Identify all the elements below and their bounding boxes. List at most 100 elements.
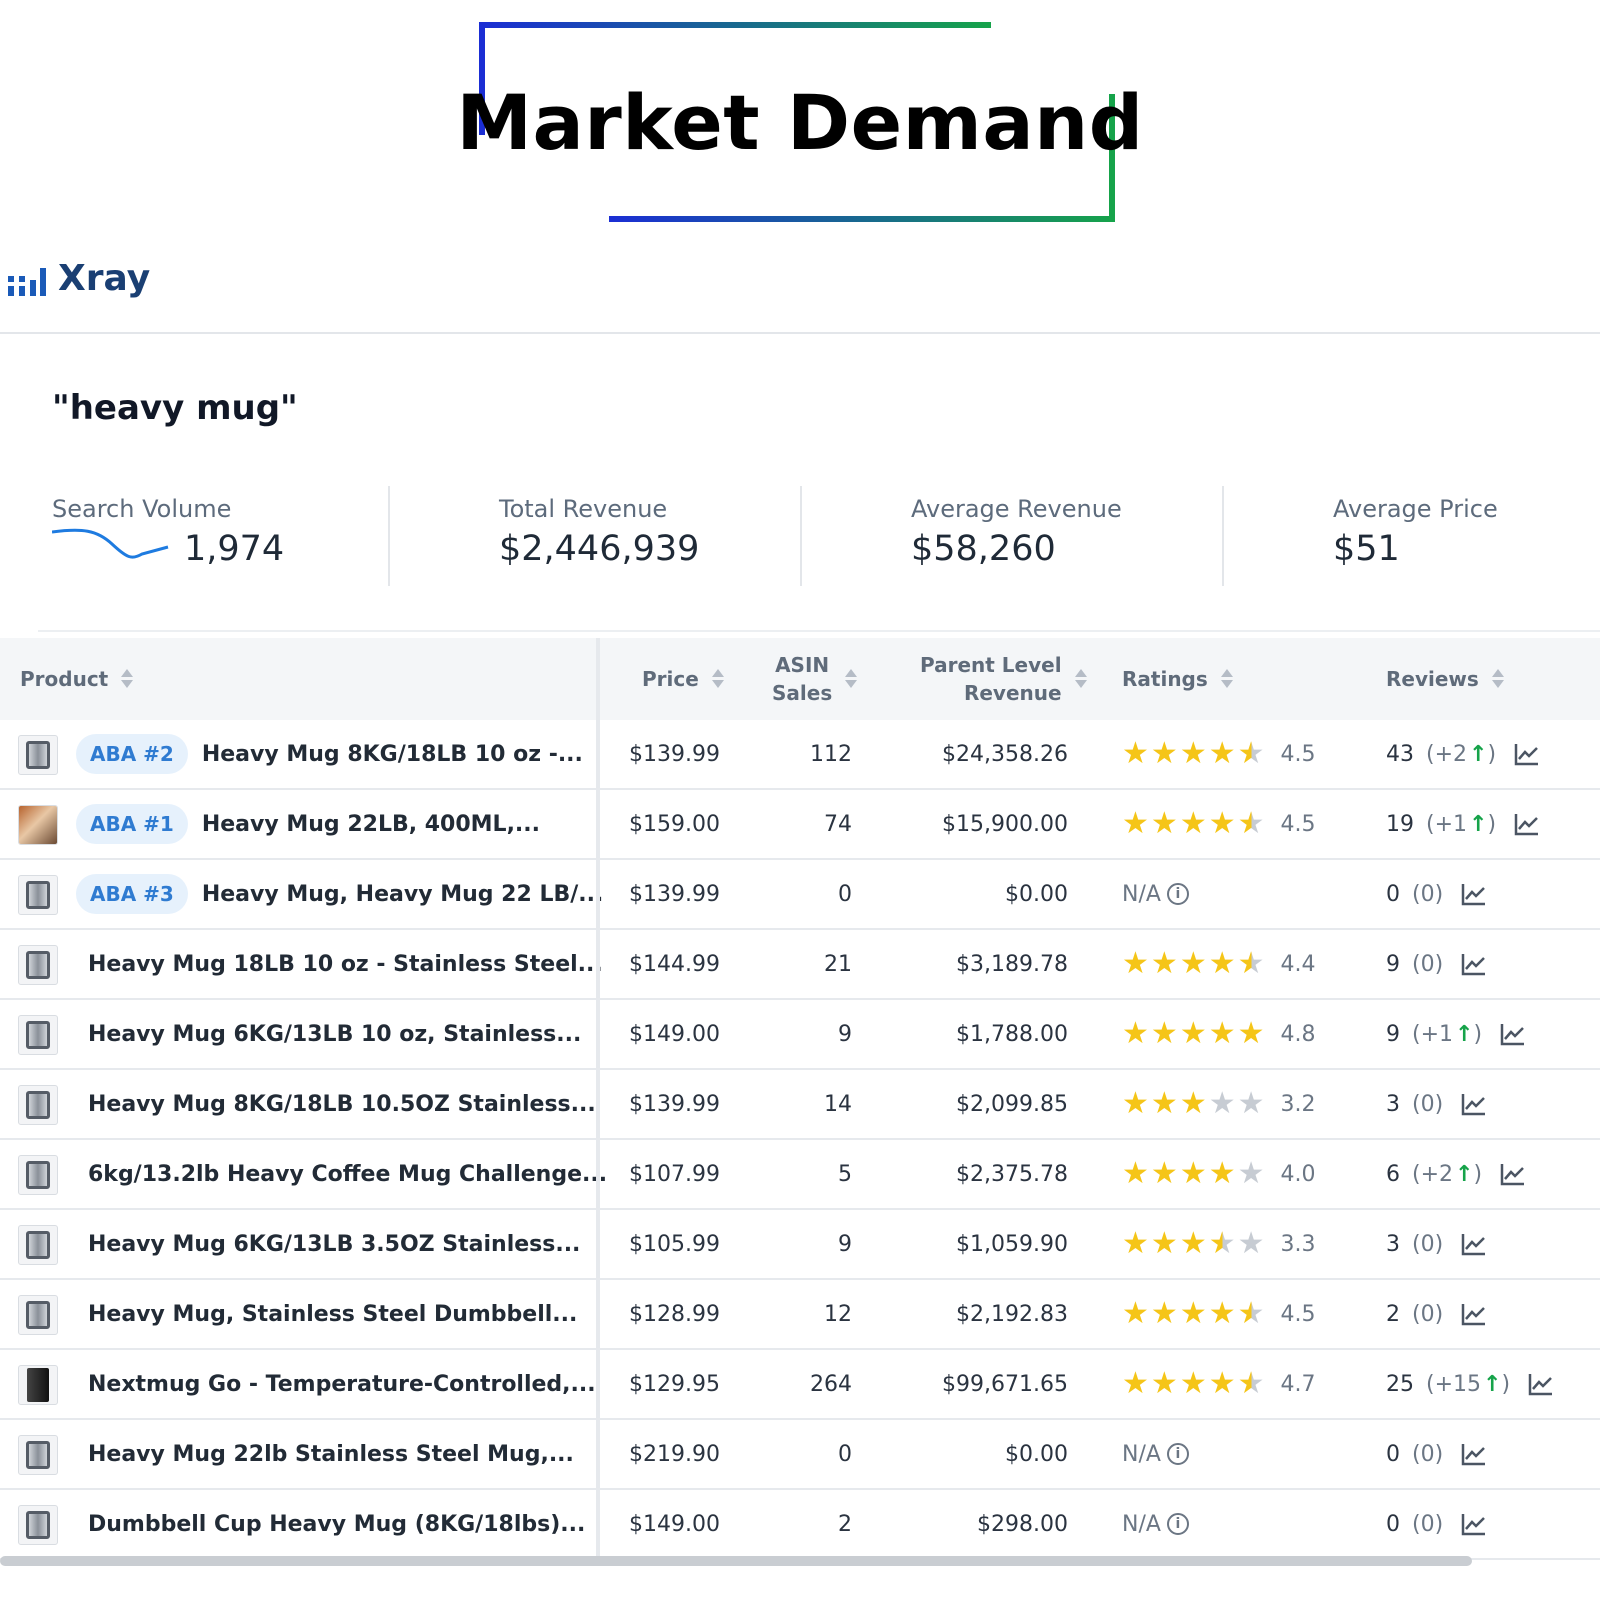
sort-icon[interactable] — [120, 668, 134, 690]
product-cell: Heavy Mug 6KG/13LB 10 oz, Stainless... — [88, 1000, 581, 1068]
delta-close: ) — [1473, 1021, 1483, 1047]
trend-chart-icon[interactable] — [1461, 1232, 1487, 1256]
revenue-cell: $1,059.90 — [956, 1231, 1068, 1257]
product-thumbnail[interactable] — [18, 1015, 58, 1055]
trend-chart-icon[interactable] — [1461, 1302, 1487, 1326]
star-icon: ★ — [1237, 806, 1265, 841]
product-title[interactable]: Heavy Mug, Stainless Steel Dumbbell... — [88, 1302, 577, 1327]
table-row[interactable]: Heavy Mug 6KG/13LB 3.5OZ Stainless... $10… — [0, 1210, 1600, 1280]
reviews-cell: 0 (0) — [1386, 1490, 1487, 1558]
column-header-price[interactable]: Price — [642, 638, 725, 720]
revenue-cell: $2,192.83 — [956, 1301, 1068, 1327]
star-icon: ★ — [1179, 806, 1207, 841]
horizontal-scrollbar[interactable] — [0, 1556, 1472, 1566]
table-row[interactable]: Dumbbell Cup Heavy Mug (8KG/18lbs)... $14… — [0, 1490, 1600, 1560]
trend-chart-icon[interactable] — [1461, 1442, 1487, 1466]
rating-value: 4.5 — [1280, 741, 1316, 767]
product-thumbnail[interactable] — [18, 735, 58, 775]
product-title[interactable]: Dumbbell Cup Heavy Mug (8KG/18lbs)... — [88, 1512, 585, 1537]
table-top-border — [38, 630, 1600, 632]
table-row[interactable]: ABA #3 Heavy Mug, Heavy Mug 22 LB/... $139… — [0, 860, 1600, 930]
product-thumbnail[interactable] — [18, 1295, 58, 1335]
product-thumbnail[interactable] — [18, 875, 58, 915]
header-label: ASIN Sales — [772, 651, 832, 707]
trend-chart-icon[interactable] — [1461, 1092, 1487, 1116]
price-cell: $105.99 — [629, 1231, 720, 1257]
product-thumbnail[interactable] — [18, 1085, 58, 1125]
product-title[interactable]: Heavy Mug 18LB 10 oz - Stainless Steel..… — [88, 952, 603, 977]
table-row[interactable]: Heavy Mug 22lb Stainless Steel Mug,... $2… — [0, 1420, 1600, 1490]
product-thumbnail[interactable] — [18, 1505, 58, 1545]
price-cell: $149.00 — [629, 1021, 720, 1047]
reviews-cell: 43 (+2 ↑) — [1386, 720, 1540, 788]
table-row[interactable]: Heavy Mug 18LB 10 oz - Stainless Steel..… — [0, 930, 1600, 1000]
trend-chart-icon[interactable] — [1461, 1512, 1487, 1536]
sort-icon[interactable] — [1220, 668, 1234, 690]
trend-chart-icon[interactable] — [1528, 1372, 1554, 1396]
product-thumbnail[interactable] — [18, 1365, 58, 1405]
reviews-cell: 0 (0) — [1386, 860, 1487, 928]
table-row[interactable]: Heavy Mug 8KG/18LB 10.5OZ Stainless... $1… — [0, 1070, 1600, 1140]
table-row[interactable]: 6kg/13.2lb Heavy Coffee Mug Challenge...… — [0, 1140, 1600, 1210]
price-cell: $139.99 — [629, 881, 720, 907]
product-title[interactable]: 6kg/13.2lb Heavy Coffee Mug Challenge... — [88, 1162, 607, 1187]
info-icon[interactable]: i — [1166, 1513, 1189, 1535]
star-icon: ★ — [1208, 736, 1236, 771]
star-icon: ★ — [1122, 806, 1149, 841]
reviews-cell: 3 (0) — [1386, 1070, 1487, 1138]
column-header-reviews[interactable]: Reviews — [1386, 638, 1505, 720]
column-header-product[interactable]: Product — [20, 638, 134, 720]
aba-badge: ABA #3 — [76, 874, 188, 914]
product-title[interactable]: Heavy Mug 22lb Stainless Steel Mug,... — [88, 1442, 574, 1467]
product-thumbnail[interactable] — [18, 945, 58, 985]
trend-chart-icon[interactable] — [1500, 1162, 1526, 1186]
column-header-asin-sales[interactable]: ASIN Sales — [772, 638, 858, 720]
sort-icon[interactable] — [844, 668, 858, 690]
star-icon: ★ — [1208, 1016, 1236, 1051]
arrow-up-icon: ↑ — [1455, 1161, 1474, 1187]
rating-cell: N/A i — [1122, 860, 1189, 928]
reviews-cell: 3 (0) — [1386, 1210, 1487, 1278]
trend-chart-icon[interactable] — [1461, 882, 1487, 906]
info-icon[interactable]: i — [1166, 883, 1189, 905]
metric-value: $51 — [1333, 529, 1400, 569]
table-row[interactable]: ABA #2 Heavy Mug 8KG/18LB 10 oz -... $139.… — [0, 720, 1600, 790]
table-row[interactable]: Heavy Mug, Stainless Steel Dumbbell... $1… — [0, 1280, 1600, 1350]
rating-value: N/A — [1122, 1511, 1161, 1537]
product-title[interactable]: Nextmug Go - Temperature-Controlled,... — [88, 1372, 596, 1397]
sort-icon[interactable] — [1074, 668, 1088, 690]
table-row[interactable]: ABA #1 Heavy Mug 22LB, 400ML,... $159.00 74… — [0, 790, 1600, 860]
reviews-cell: 9 (0) — [1386, 930, 1487, 998]
table-row[interactable]: Heavy Mug 6KG/13LB 10 oz, Stainless... $1… — [0, 1000, 1600, 1070]
product-title[interactable]: Heavy Mug, Heavy Mug 22 LB/... — [202, 882, 604, 907]
info-icon[interactable]: i — [1166, 1443, 1189, 1465]
product-title[interactable]: Heavy Mug 8KG/18LB 10 oz -... — [202, 742, 583, 767]
price-cell: $128.99 — [629, 1301, 720, 1327]
trend-chart-icon[interactable] — [1461, 952, 1487, 976]
rating-cell: ★ ★ ★ ★ ★ 4.7 — [1122, 1350, 1316, 1418]
trend-chart-icon[interactable] — [1514, 812, 1540, 836]
trend-chart-icon[interactable] — [1500, 1022, 1526, 1046]
product-title[interactable]: Heavy Mug 8KG/18LB 10.5OZ Stainless... — [88, 1092, 596, 1117]
star-icon: ★ — [1150, 1226, 1178, 1261]
price-cell: $129.95 — [629, 1371, 720, 1397]
product-title[interactable]: Heavy Mug 6KG/13LB 3.5OZ Stainless... — [88, 1232, 580, 1257]
table-row[interactable]: Nextmug Go - Temperature-Controlled,... $… — [0, 1350, 1600, 1420]
product-thumbnail[interactable] — [18, 1225, 58, 1265]
rating-value: 4.5 — [1280, 811, 1316, 837]
product-thumbnail[interactable] — [18, 1155, 58, 1195]
product-thumbnail[interactable] — [18, 805, 58, 845]
trend-chart-icon[interactable] — [1514, 742, 1540, 766]
product-title[interactable]: Heavy Mug 22LB, 400ML,... — [202, 812, 540, 837]
product-title[interactable]: Heavy Mug 6KG/13LB 10 oz, Stainless... — [88, 1022, 581, 1047]
sort-icon[interactable] — [711, 668, 725, 690]
asin-sales-cell: 21 — [824, 951, 852, 977]
sort-icon[interactable] — [1491, 668, 1505, 690]
search-keyword: "heavy mug" — [52, 388, 298, 428]
column-header-ratings[interactable]: Ratings — [1122, 638, 1234, 720]
product-thumbnail[interactable] — [18, 1435, 58, 1475]
column-header-parent-revenue[interactable]: Parent Level Revenue — [920, 638, 1088, 720]
product-cell: ABA #3 Heavy Mug, Heavy Mug 22 LB/... — [76, 860, 603, 928]
star-icon: ★ — [1122, 736, 1149, 771]
star-icon: ★ — [1150, 1086, 1178, 1121]
